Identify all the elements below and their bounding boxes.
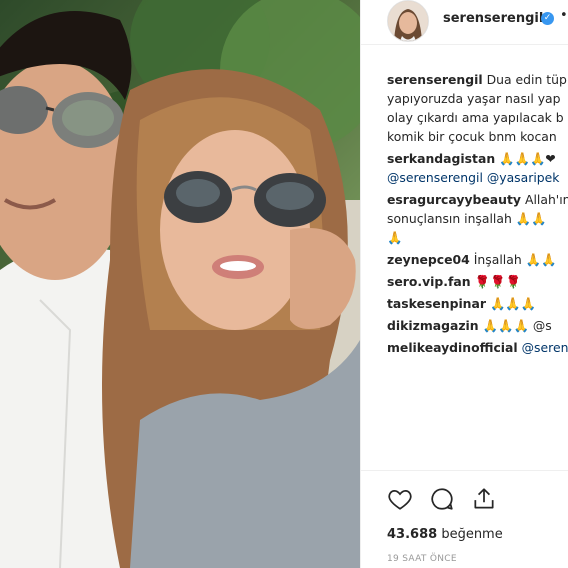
comment-text: 🙏	[387, 230, 403, 245]
comment-row: taskesenpinar 🙏🙏🙏	[387, 294, 568, 313]
comment-text: 🙏🙏🙏	[489, 296, 537, 311]
comment-username[interactable]: serkandagistan	[387, 151, 495, 166]
comment-text: sonuçlansın inşallah 🙏🙏	[387, 211, 547, 226]
post-header: serenserengil ✓ •	[361, 0, 568, 45]
comment-row: zeynepce04 İnşallah 🙏🙏	[387, 250, 568, 269]
caption-line: komik bir çocuk bnm kocan	[387, 127, 568, 146]
caption-text: komik bir çocuk bnm kocan	[387, 129, 557, 144]
comment-text: İnşallah 🙏🙏	[473, 252, 557, 267]
likes-label: beğenme	[441, 527, 503, 542]
comment-username[interactable]: sero.vip.fan	[387, 274, 471, 289]
caption-line: olay çıkardı ama yapılacak b	[387, 108, 568, 127]
caption-text: Dua edin tüp	[486, 72, 567, 87]
comment-mention[interactable]: @serenserengil	[387, 170, 483, 185]
comment-text: 🌹🌹🌹	[474, 274, 521, 289]
comment-row: dikizmagazin 🙏🙏🙏 @s	[387, 316, 568, 335]
comment-username[interactable]: taskesenpinar	[387, 296, 486, 311]
caption-text: olay çıkardı ama yapılacak b	[387, 110, 564, 125]
likes-count[interactable]: 43.688 beğenme	[387, 527, 503, 542]
caption-text: yapıyoruzda yaşar nasıl yap	[387, 91, 561, 106]
comment-row: serkandagistan 🙏🙏🙏❤	[387, 149, 568, 168]
verified-badge-icon: ✓	[541, 12, 554, 25]
comment-username[interactable]: zeynepce04	[387, 252, 470, 267]
header-separator: •	[560, 8, 568, 23]
comment-row: esragurcayybeauty Allah'ın	[387, 190, 568, 209]
comment-text[interactable]: @seren	[522, 340, 568, 355]
comment-text: 🙏🙏🙏❤	[499, 151, 556, 166]
comment-username[interactable]: dikizmagazin	[387, 318, 479, 333]
post-details-pane: serenserengil ✓ • serenserengil Dua edin …	[360, 0, 568, 568]
comment-mention[interactable]: @yasaripek	[487, 170, 560, 185]
author-avatar[interactable]	[387, 0, 429, 42]
instagram-post: serenserengil ✓ • serenserengil Dua edin …	[0, 0, 568, 568]
comments-list: serenserengil Dua edin tüp yapıyoruzda ya…	[387, 70, 568, 357]
author-username[interactable]: serenserengil	[443, 11, 543, 26]
post-timestamp[interactable]: 19 SAAT ÖNCE	[387, 554, 457, 564]
selfie-illustration	[0, 0, 360, 568]
comment-row: @serenserengil @yasaripek	[387, 168, 568, 187]
actions-divider	[361, 470, 568, 471]
caption-line: yapıyoruzda yaşar nasıl yap	[387, 89, 568, 108]
comment-text: Allah'ın	[525, 192, 568, 207]
comment-row: melikeaydinofficial @seren	[387, 338, 568, 357]
comment-username[interactable]: esragurcayybeauty	[387, 192, 521, 207]
comment-row: 🙏	[387, 228, 568, 247]
likes-number: 43.688	[387, 527, 438, 542]
comment-text: 🙏🙏🙏 @s	[482, 318, 552, 333]
heart-icon[interactable]	[387, 486, 413, 512]
comment-row: sero.vip.fan 🌹🌹🌹	[387, 272, 568, 291]
caption-username[interactable]: serenserengil	[387, 72, 483, 87]
post-photo[interactable]	[0, 0, 360, 568]
caption-line: serenserengil Dua edin tüp	[387, 70, 568, 89]
share-icon[interactable]	[471, 486, 497, 512]
comment-icon[interactable]	[429, 486, 455, 512]
comment-row: sonuçlansın inşallah 🙏🙏	[387, 209, 568, 228]
avatar-image	[388, 1, 428, 41]
comment-username[interactable]: melikeaydinofficial	[387, 340, 518, 355]
